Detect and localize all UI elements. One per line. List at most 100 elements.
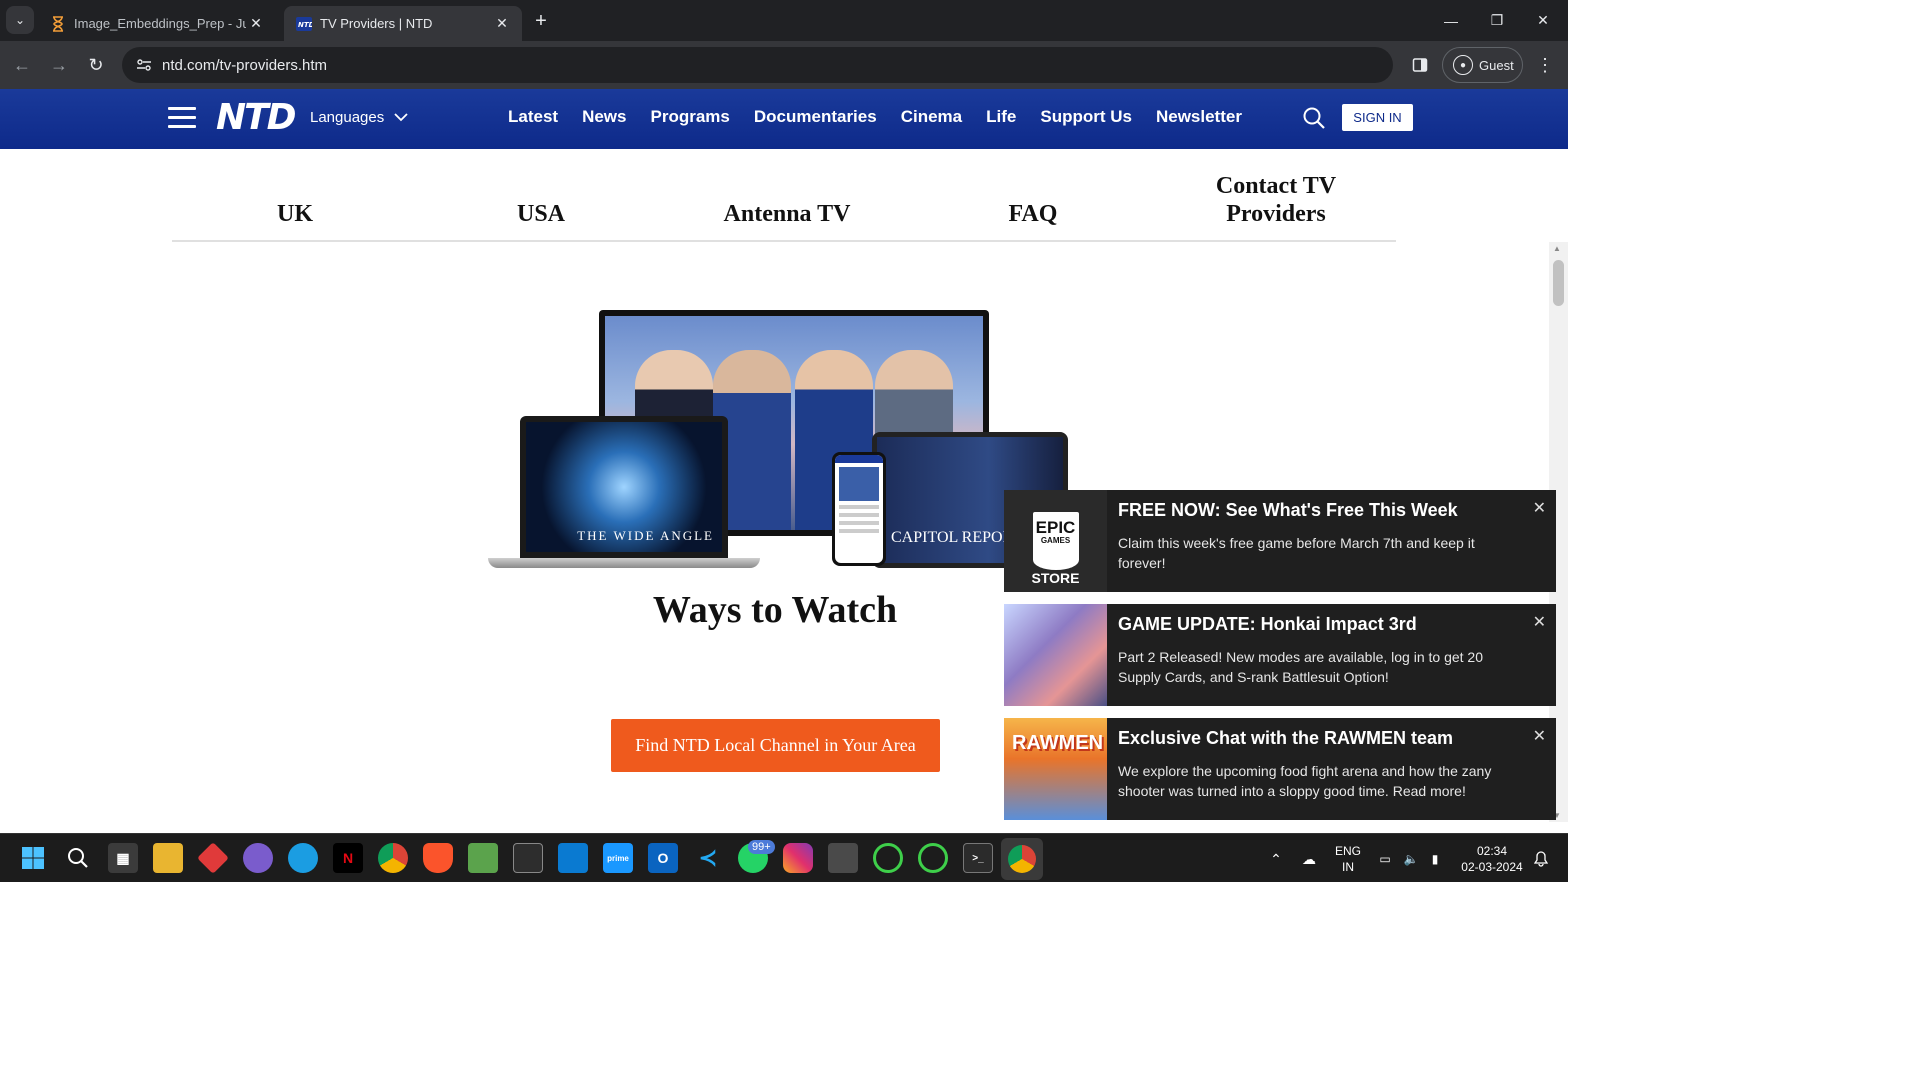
chrome-active-icon[interactable] — [1001, 838, 1043, 880]
find-local-channel-button[interactable]: Find NTD Local Channel in Your Area — [611, 719, 940, 772]
address-bar[interactable]: ntd.com/tv-providers.htm — [122, 47, 1393, 83]
netflix-icon[interactable]: N — [333, 843, 363, 873]
network-icon[interactable]: ▭ — [1374, 834, 1396, 883]
windows-taskbar: ▦ N prime O ≺ 99+ >_ ⌃ ☁ ENG IN ▭ 🔈 ▮ 02… — [0, 833, 1568, 882]
app-diamond-icon[interactable] — [197, 842, 229, 874]
windows-start-icon[interactable] — [18, 843, 48, 873]
tab-search-button[interactable]: ⌄ — [6, 6, 34, 34]
close-icon[interactable]: ✕ — [1533, 498, 1546, 518]
nav-support-us[interactable]: Support Us — [1040, 107, 1132, 127]
copilot-icon[interactable] — [243, 843, 273, 873]
phone-screen — [835, 455, 883, 563]
battery-icon[interactable]: ▮ — [1424, 834, 1446, 883]
tab-ntd[interactable]: NTD TV Providers | NTD ✕ — [284, 6, 522, 41]
reload-icon[interactable]: ↻ — [82, 51, 110, 79]
browser-tab-strip: ⌄ Image_Embeddings_Prep - Jupy ✕ NTD TV … — [0, 0, 1568, 41]
nav-cinema[interactable]: Cinema — [901, 107, 962, 127]
whatsapp-badge: 99+ — [748, 840, 775, 854]
close-icon[interactable]: ✕ — [1533, 726, 1546, 746]
tablet-caption: CAPITOL REPORT — [891, 529, 1023, 546]
notification-title: GAME UPDATE: Honkai Impact 3rd — [1118, 614, 1417, 634]
subnav-uk[interactable]: UK — [172, 160, 418, 240]
widgets-icon[interactable]: ▦ — [108, 843, 138, 873]
profile-button[interactable]: ● Guest — [1442, 47, 1523, 83]
subnav-faq[interactable]: FAQ — [910, 160, 1156, 240]
close-icon[interactable]: ✕ — [246, 15, 266, 32]
notification-card[interactable]: GAME UPDATE: Honkai Impact 3rd Part 2 Re… — [1004, 604, 1556, 706]
store-icon[interactable] — [558, 843, 588, 873]
volume-muted-icon[interactable]: 🔈 — [1400, 834, 1422, 883]
prime-video-icon[interactable]: prime — [603, 843, 633, 873]
profile-label: Guest — [1479, 57, 1514, 73]
nav-newsletter[interactable]: Newsletter — [1156, 107, 1242, 127]
file-explorer-icon[interactable] — [153, 843, 183, 873]
terminal-window-icon[interactable] — [513, 843, 543, 873]
forward-arrow-icon[interactable]: → — [45, 51, 73, 79]
new-tab-plus-icon[interactable]: + — [528, 8, 554, 34]
restore-icon[interactable]: ❐ — [1474, 0, 1520, 41]
notification-card[interactable]: RAWMEN Exclusive Chat with the RAWMEN te… — [1004, 718, 1556, 820]
nav-news[interactable]: News — [582, 107, 626, 127]
chevron-up-icon[interactable]: ⌃ — [1264, 834, 1288, 883]
scroll-up-icon[interactable]: ▲ — [1553, 244, 1561, 253]
close-icon[interactable]: ✕ — [492, 15, 512, 32]
rawmen-logo: RAWMEN — [1012, 732, 1104, 754]
ring-app-icon[interactable] — [873, 843, 903, 873]
notification-card[interactable]: EPIC GAMES STORE FREE NOW: See What's Fre… — [1004, 490, 1556, 592]
ntd-logo[interactable]: NTD — [216, 97, 297, 138]
clock[interactable]: 02:34 02-03-2024 — [1456, 834, 1528, 883]
languages-dropdown[interactable]: Languages — [310, 109, 408, 126]
notification-text: Part 2 Released! New modes are available… — [1118, 649, 1483, 685]
store-label: STORE — [1031, 570, 1080, 586]
ntd-favicon-icon: NTD — [296, 16, 312, 32]
nav-latest[interactable]: Latest — [508, 107, 558, 127]
outlook-icon[interactable]: O — [648, 843, 678, 873]
ring-app-icon[interactable] — [918, 843, 948, 873]
edge-icon[interactable] — [288, 843, 318, 873]
kebab-menu-icon[interactable]: ⋮ — [1535, 51, 1555, 79]
search-icon[interactable] — [63, 843, 93, 873]
window-close-icon[interactable]: ✕ — [1520, 0, 1566, 41]
sign-in-button[interactable]: SIGN IN — [1342, 104, 1413, 131]
notification-text: Claim this week's free game before March… — [1118, 535, 1475, 571]
side-panel-icon[interactable] — [1408, 51, 1432, 79]
laptop-screen: THE WIDE ANGLE — [526, 422, 722, 552]
provider-subnav: UK USA Antenna TV FAQ Contact TV Provide… — [172, 160, 1396, 242]
laptop-caption: THE WIDE ANGLE — [577, 528, 714, 543]
instagram-icon[interactable] — [783, 843, 813, 873]
chevron-down-icon — [394, 111, 408, 125]
epic-games-logo: EPIC GAMES STORE — [1004, 490, 1107, 592]
subnav-contact-tv-providers[interactable]: Contact TV Providers — [1186, 160, 1366, 240]
search-icon[interactable] — [1302, 106, 1326, 130]
tab-jupyter[interactable]: Image_Embeddings_Prep - Jupy ✕ — [38, 6, 276, 41]
vscode-icon[interactable]: ≺ — [693, 843, 723, 873]
subnav-usa[interactable]: USA — [418, 160, 664, 240]
back-arrow-icon[interactable]: ← — [8, 51, 36, 79]
notification-bell-icon[interactable] — [1530, 834, 1552, 883]
browser-toolbar: ← → ↻ ntd.com/tv-providers.htm ● Guest ⋮ — [0, 41, 1568, 89]
nav-documentaries[interactable]: Documentaries — [754, 107, 877, 127]
person-icon: ● — [1453, 55, 1473, 75]
language-indicator[interactable]: ENG IN — [1330, 834, 1366, 883]
chrome-icon[interactable] — [378, 843, 408, 873]
tab-title: Image_Embeddings_Prep - Jupy — [74, 16, 246, 31]
hourglass-icon — [50, 15, 66, 32]
clock-time: 02:34 — [1476, 843, 1508, 858]
devices-hero-image: THE WIDE ANGLE CAPITOL REPORT — [486, 308, 1070, 574]
close-icon[interactable]: ✕ — [1533, 612, 1546, 632]
nav-life[interactable]: Life — [986, 107, 1016, 127]
nav-programs[interactable]: Programs — [651, 107, 730, 127]
app-window-icon[interactable] — [828, 843, 858, 873]
honkai-impact-thumbnail — [1004, 604, 1107, 706]
terminal-icon[interactable]: >_ — [963, 843, 993, 873]
onedrive-cloud-icon[interactable]: ☁ — [1296, 834, 1322, 883]
scrollbar-thumb[interactable] — [1553, 260, 1564, 306]
photo-app-icon[interactable] — [468, 843, 498, 873]
brave-icon[interactable] — [423, 843, 453, 873]
languages-label: Languages — [310, 109, 385, 126]
site-info-icon[interactable] — [134, 55, 154, 75]
laptop-device: THE WIDE ANGLE — [520, 416, 728, 558]
hamburger-menu-icon[interactable] — [168, 107, 196, 129]
subnav-antenna-tv[interactable]: Antenna TV — [664, 160, 910, 240]
minimize-icon[interactable]: — — [1428, 0, 1474, 41]
